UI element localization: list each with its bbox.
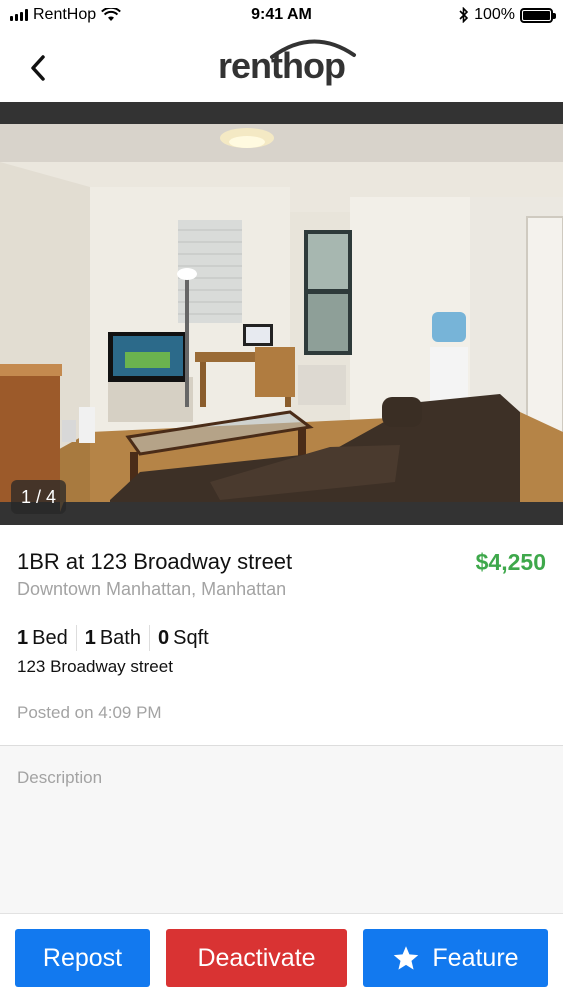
- logo-arc-icon: [270, 39, 356, 59]
- apartment-photo: [0, 102, 563, 525]
- status-right: 100%: [459, 6, 556, 24]
- listing-neighborhood: Downtown Manhattan, Manhattan: [17, 579, 287, 599]
- spec-beds: 1 Bed: [17, 627, 76, 650]
- carrier-name: RentHop: [33, 6, 97, 23]
- feature-label: Feature: [432, 943, 519, 972]
- baths-value: 1: [84, 626, 96, 649]
- deactivate-button[interactable]: Deactivate: [166, 929, 347, 987]
- renthop-logo: renthop: [218, 39, 356, 87]
- battery-fill: [523, 10, 550, 20]
- listing-photo[interactable]: [0, 102, 563, 525]
- bluetooth-icon: [459, 7, 469, 23]
- sqft-value: 0: [158, 626, 170, 649]
- signal-icon: [10, 9, 28, 21]
- posted-time: Posted on 4:09 PM: [17, 703, 162, 722]
- listing-title: 1BR at 123 Broadway street: [17, 549, 293, 574]
- status-left: RentHop: [10, 6, 122, 24]
- chevron-left-icon: [31, 55, 45, 81]
- spec-baths: 1 Bath: [85, 627, 149, 650]
- action-bar: Repost Deactivate Feature: [0, 913, 563, 1000]
- status-bar: RentHop 9:41 AM 100%: [0, 0, 563, 30]
- beds-value: 1: [17, 626, 29, 649]
- repost-button[interactable]: Repost: [15, 929, 150, 987]
- battery-percent: 100%: [474, 6, 515, 23]
- listing-address: 123 Broadway street: [17, 657, 173, 676]
- baths-label: Bath: [99, 626, 141, 649]
- star-icon: [394, 945, 419, 970]
- spec-divider: [75, 625, 77, 651]
- description-label: Description: [17, 768, 103, 787]
- nav-bar: renthop: [0, 30, 563, 102]
- feature-button[interactable]: Feature: [363, 929, 548, 987]
- battery-icon: [520, 7, 556, 23]
- spec-divider: [149, 625, 150, 651]
- back-button[interactable]: [18, 48, 58, 88]
- spec-sqft: 0 Sqft: [158, 627, 217, 650]
- listing-details: 1BR at 123 Broadway street $4,250 Downto…: [0, 525, 563, 745]
- listing-specs: 1 Bed 1 Bath 0 Sqft: [17, 625, 217, 651]
- listing-price: $4,250: [475, 549, 546, 575]
- deactivate-label: Deactivate: [197, 943, 316, 972]
- wifi-icon: [101, 8, 122, 21]
- repost-label: Repost: [42, 943, 123, 972]
- photo-counter: 1 / 4: [11, 480, 67, 514]
- beds-label: Bed: [32, 626, 68, 649]
- sqft-label: Sqft: [173, 626, 209, 649]
- description-section: Description: [0, 746, 563, 913]
